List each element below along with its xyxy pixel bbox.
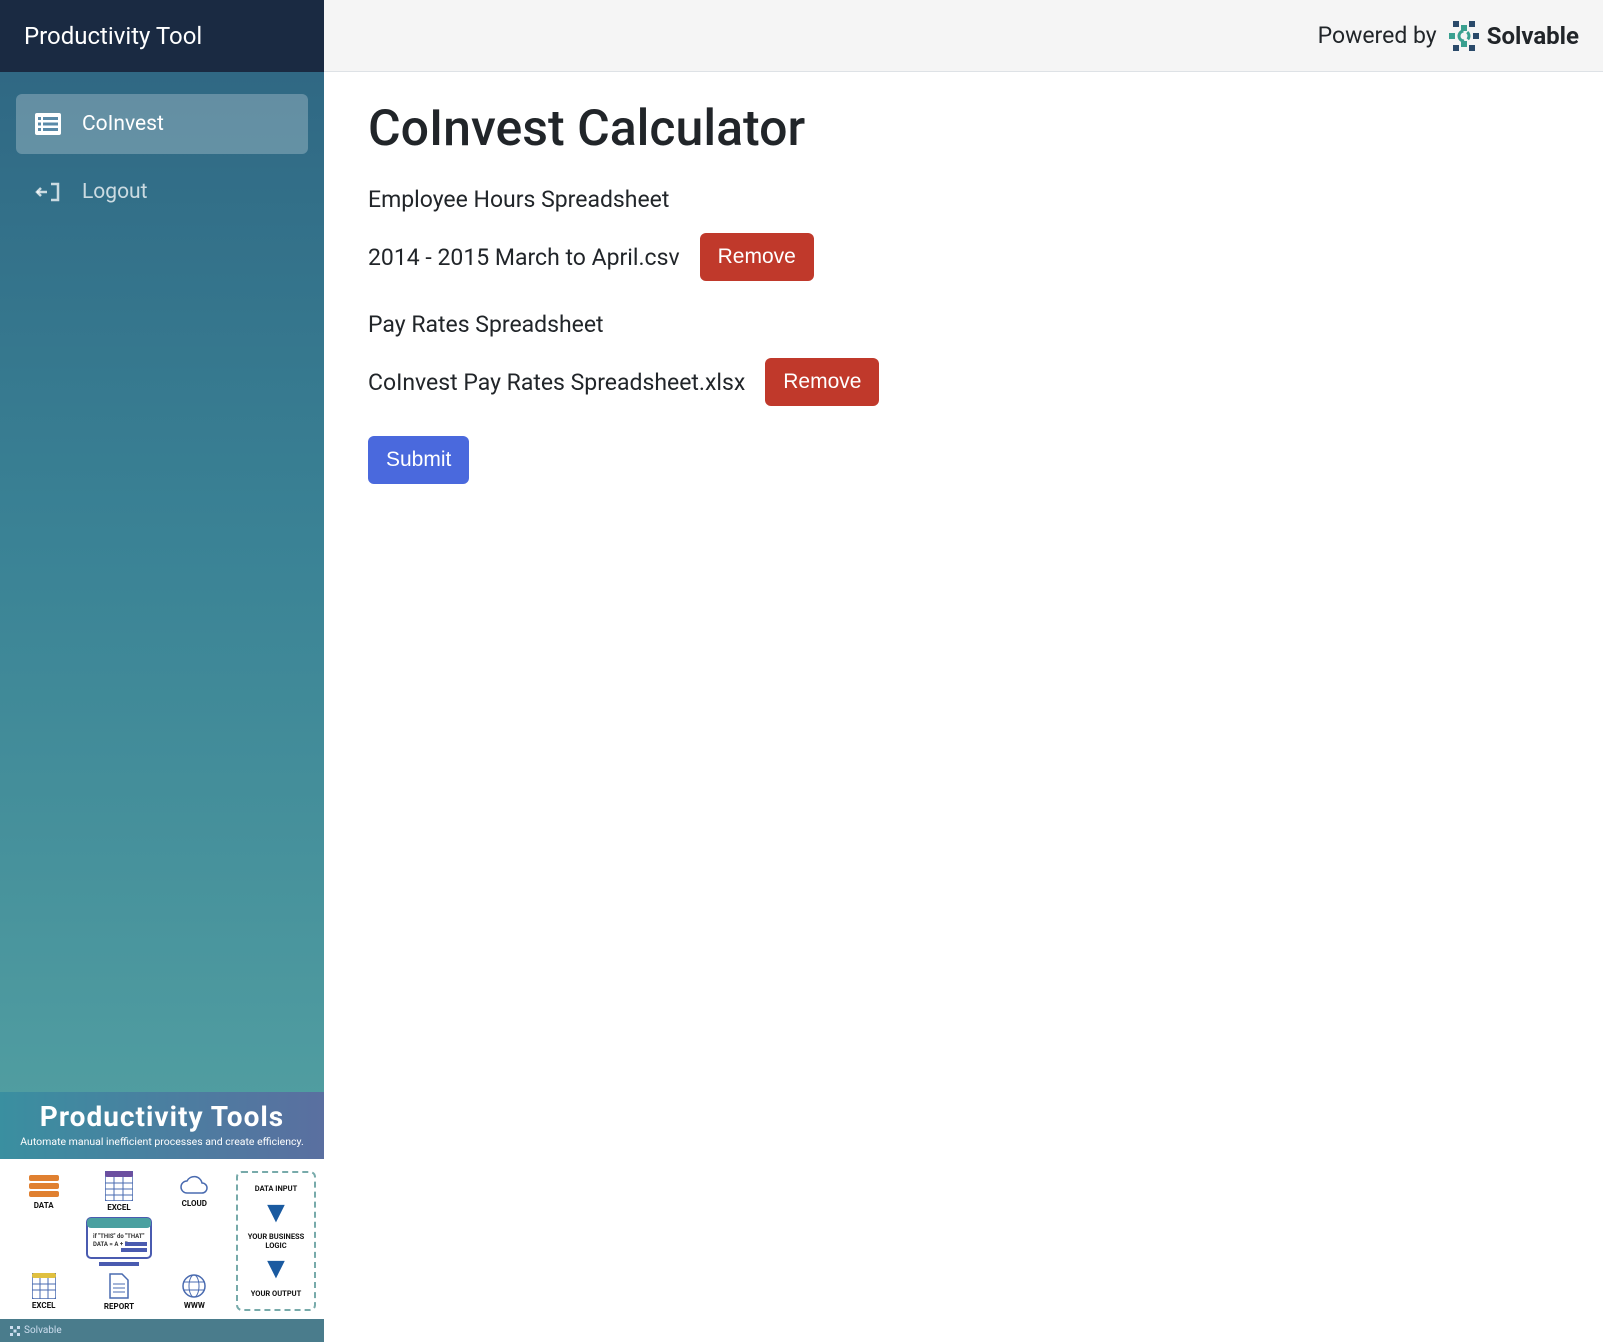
svg-text:DATA = A + B: DATA = A + B bbox=[93, 1241, 129, 1248]
employee-hours-label: Employee Hours Spreadsheet bbox=[368, 186, 1559, 213]
diagram-left: DATA EXCEL bbox=[8, 1171, 230, 1311]
diagram-www-node: WWW bbox=[181, 1273, 207, 1310]
diagram-cloud-node: CLOUD bbox=[177, 1175, 211, 1208]
promo-subtitle: Automate manual inefficient processes an… bbox=[10, 1135, 314, 1149]
sidebar-nav: CoInvest Logout bbox=[0, 72, 324, 230]
remove-pay-rates-button[interactable]: Remove bbox=[765, 358, 879, 406]
sidebar-item-label: CoInvest bbox=[82, 112, 164, 136]
computer-icon: if "THIS" do "THAT" DATA = A + B bbox=[79, 1216, 159, 1268]
content: CoInvest Calculator Employee Hours Sprea… bbox=[324, 72, 1603, 1342]
promo-card: Productivity Tools Automate manual ineff… bbox=[0, 1092, 324, 1342]
submit-button[interactable]: Submit bbox=[368, 436, 469, 484]
arrow-down-icon: ▼ bbox=[261, 1204, 291, 1222]
business-logic-label: YOUR BUSINESS LOGIC bbox=[240, 1232, 312, 1250]
list-icon bbox=[34, 110, 62, 138]
sidebar-header: Productivity Tool bbox=[0, 0, 324, 72]
topbar: Powered by Solvable bbox=[324, 0, 1603, 72]
pay-rates-file-row: CoInvest Pay Rates Spreadsheet.xlsx Remo… bbox=[368, 358, 1559, 406]
cloud-icon bbox=[177, 1175, 211, 1197]
diagram-data-node: DATA bbox=[27, 1173, 61, 1210]
database-icon bbox=[27, 1173, 61, 1199]
diagram-right-flow: DATA INPUT ▼ YOUR BUSINESS LOGIC ▼ YOUR … bbox=[236, 1171, 316, 1311]
page-title: CoInvest Calculator bbox=[368, 100, 1559, 158]
brand-mark-icon bbox=[10, 1326, 20, 1336]
promo-footer-brand: Solvable bbox=[24, 1325, 62, 1336]
globe-icon bbox=[181, 1273, 207, 1299]
spreadsheet-icon bbox=[32, 1273, 56, 1299]
diagram-excel-out-node: EXCEL bbox=[32, 1273, 56, 1310]
promo-footer: Solvable bbox=[0, 1319, 324, 1342]
promo-header: Productivity Tools Automate manual ineff… bbox=[0, 1092, 324, 1159]
remove-employee-hours-button[interactable]: Remove bbox=[700, 233, 814, 281]
brand-logo: Solvable bbox=[1449, 21, 1579, 51]
diagram-report-node: REPORT bbox=[104, 1272, 134, 1311]
powered-by-text: Powered by bbox=[1318, 22, 1437, 49]
main: Powered by Solvable bbox=[324, 0, 1603, 1342]
pay-rates-label: Pay Rates Spreadsheet bbox=[368, 311, 1559, 338]
sidebar-item-coinvest[interactable]: CoInvest bbox=[16, 94, 308, 154]
brand-mark-icon bbox=[1449, 21, 1479, 51]
arrow-down-icon: ▼ bbox=[261, 1260, 291, 1278]
sidebar-item-label: Logout bbox=[82, 180, 148, 204]
diagram-processor-node: if "THIS" do "THAT" DATA = A + B bbox=[79, 1216, 159, 1268]
promo-title: Productivity Tools bbox=[10, 1100, 314, 1133]
document-icon bbox=[108, 1272, 130, 1300]
employee-hours-file-name: 2014 - 2015 March to April.csv bbox=[368, 244, 680, 271]
promo-diagram: DATA EXCEL bbox=[0, 1159, 324, 1319]
brand-name: Solvable bbox=[1487, 22, 1579, 50]
powered-by: Powered by Solvable bbox=[1318, 21, 1579, 51]
spreadsheet-icon bbox=[105, 1171, 133, 1201]
sidebar-item-logout[interactable]: Logout bbox=[16, 162, 308, 222]
employee-hours-file-row: 2014 - 2015 March to April.csv Remove bbox=[368, 233, 1559, 281]
output-label: YOUR OUTPUT bbox=[251, 1289, 302, 1298]
sidebar: Productivity Tool CoInvest bbox=[0, 0, 324, 1342]
svg-text:if "THIS" do "THAT": if "THIS" do "THAT" bbox=[93, 1233, 145, 1240]
data-input-label: DATA INPUT bbox=[255, 1184, 297, 1193]
app-title: Productivity Tool bbox=[24, 22, 202, 50]
pay-rates-file-name: CoInvest Pay Rates Spreadsheet.xlsx bbox=[368, 369, 745, 396]
diagram-excel-node: EXCEL bbox=[105, 1171, 133, 1212]
logout-icon bbox=[34, 178, 62, 206]
